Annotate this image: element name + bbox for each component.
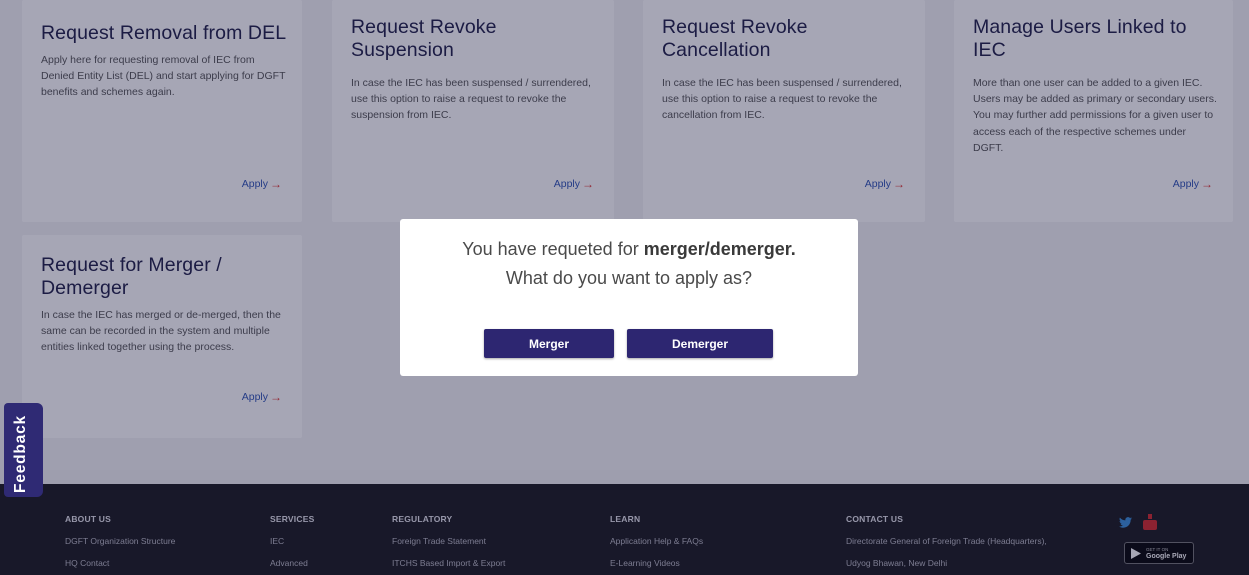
dialog-message-prefix: You have requeted for — [462, 239, 644, 259]
dialog-question: What do you want to apply as? — [505, 268, 753, 288]
dialog-message: You have requeted for merger/demerger. — [400, 239, 858, 260]
merger-button[interactable]: Merger — [484, 329, 614, 358]
dialog-message-bold: merger/demerger. — [643, 239, 796, 259]
feedback-tab[interactable]: Feedback — [4, 403, 43, 497]
feedback-label[interactable]: Feedback — [12, 415, 30, 493]
merger-demerger-dialog: You have requeted for merger/demerger. W… — [400, 219, 858, 376]
demerger-button[interactable]: Demerger — [627, 329, 773, 358]
